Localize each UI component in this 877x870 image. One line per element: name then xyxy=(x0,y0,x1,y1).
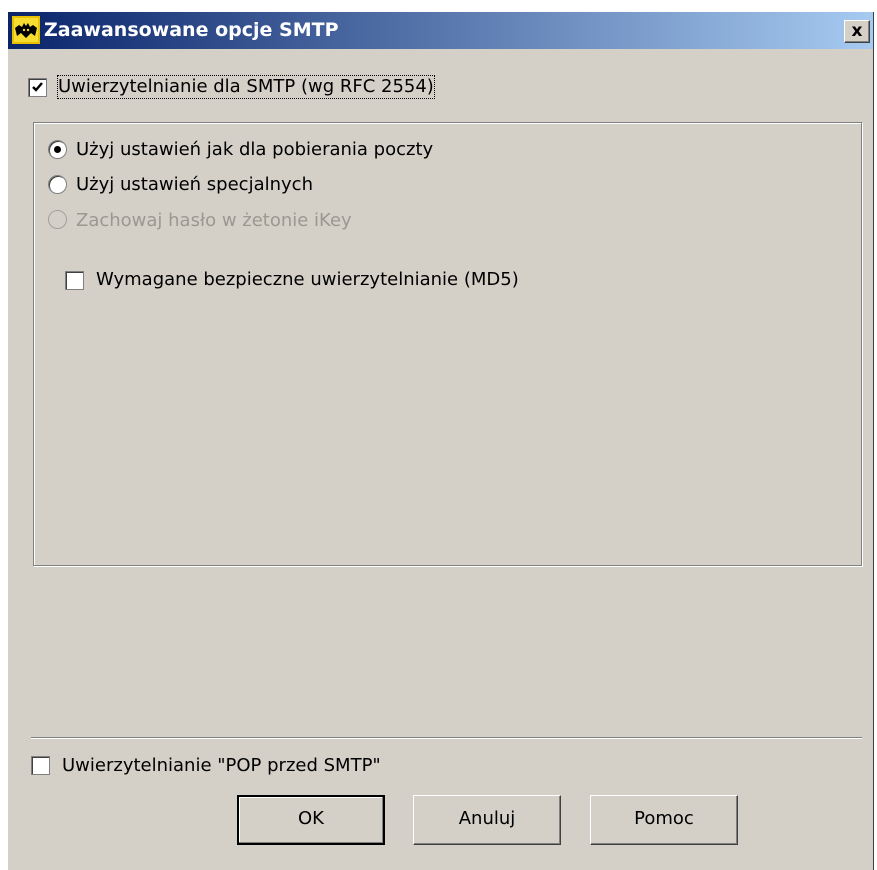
help-button-label: Pomoc xyxy=(634,808,694,829)
radio-selected-dot xyxy=(54,146,61,153)
smtp-auth-checkbox[interactable] xyxy=(28,78,47,97)
close-icon: x xyxy=(851,21,863,41)
dialog-title: Zaawansowane opcje SMTP xyxy=(44,19,339,41)
use-receive-settings-radio[interactable] xyxy=(48,140,67,159)
cancel-button-label: Anuluj xyxy=(458,808,516,829)
use-receive-settings-label[interactable]: Użyj ustawień jak dla pobierania poczty xyxy=(76,139,433,161)
close-button[interactable]: x xyxy=(844,20,870,43)
separator-line xyxy=(31,737,862,739)
smtp-options-dialog: Zaawansowane opcje SMTP x Uwierzytelnian… xyxy=(8,12,874,870)
ok-button-label: OK xyxy=(298,808,324,829)
checkmark-icon xyxy=(32,82,43,92)
use-special-settings-radio[interactable] xyxy=(48,175,67,194)
secure-auth-md5-checkbox[interactable] xyxy=(65,271,84,290)
help-button[interactable]: Pomoc xyxy=(590,795,738,845)
title-bar[interactable]: Zaawansowane opcje SMTP x xyxy=(8,12,873,49)
pop-before-smtp-checkbox[interactable] xyxy=(31,756,50,775)
cancel-button[interactable]: Anuluj xyxy=(413,795,561,845)
bat-logo-icon xyxy=(12,16,40,44)
secure-auth-md5-label[interactable]: Wymagane bezpieczne uwierzytelnianie (MD… xyxy=(96,269,519,291)
smtp-auth-label[interactable]: Uwierzytelnianie dla SMTP (wg RFC 2554) xyxy=(57,75,435,99)
use-special-settings-label[interactable]: Użyj ustawień specjalnych xyxy=(76,174,313,196)
keep-password-ikey-radio xyxy=(48,210,67,229)
keep-password-ikey-label: Zachowaj hasło w żetonie iKey xyxy=(76,210,352,231)
pop-before-smtp-label[interactable]: Uwierzytelnianie "POP przed SMTP" xyxy=(62,755,381,777)
ok-button[interactable]: OK xyxy=(237,795,385,845)
